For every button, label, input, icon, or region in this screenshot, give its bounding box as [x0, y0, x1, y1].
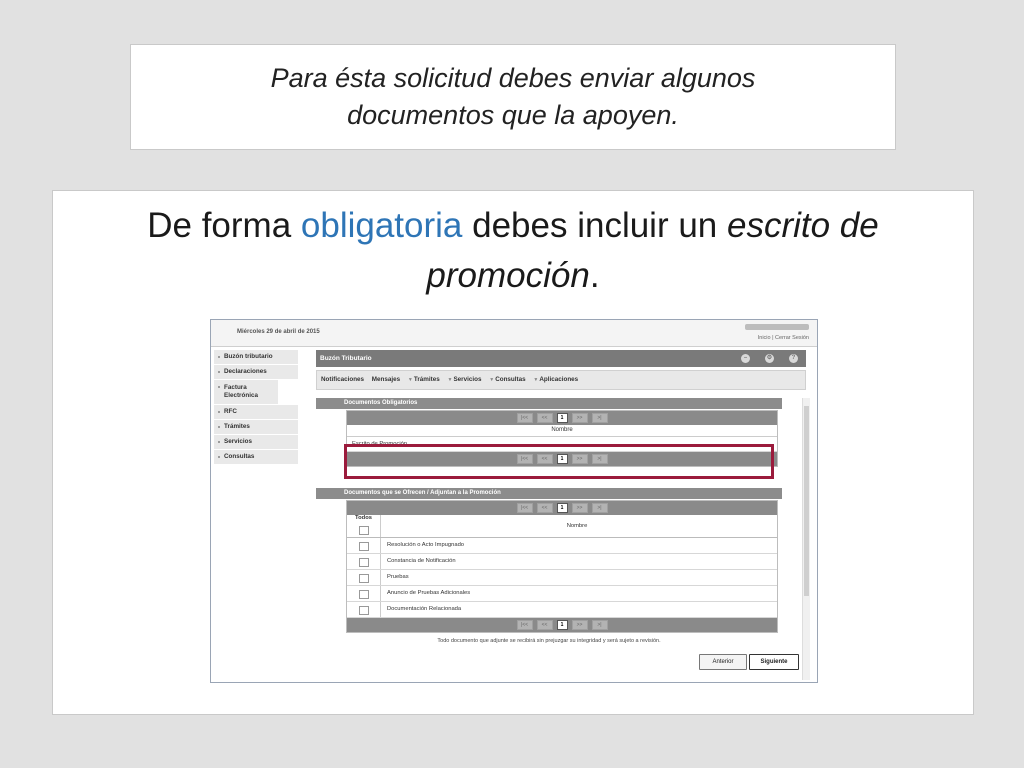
headline: De forma obligatoria debes incluir un es…: [53, 201, 973, 301]
header-links[interactable]: Inicio | Cerrar Sesión: [758, 335, 809, 341]
table-row[interactable]: Anuncio de Pruebas Adicionales: [347, 586, 777, 602]
menu-tramites[interactable]: Trámites: [414, 376, 440, 383]
menu-mensajes[interactable]: Mensajes: [372, 376, 400, 383]
minimize-icon[interactable]: –: [741, 354, 750, 363]
blurred-user-name: [745, 324, 809, 330]
pager-current[interactable]: 1: [556, 620, 568, 630]
table-row[interactable]: Resolución o Acto Impugnado: [347, 538, 777, 554]
content-box: De forma obligatoria debes incluir un es…: [52, 190, 974, 715]
menu-consultas[interactable]: Consultas: [495, 376, 525, 383]
sidebar-item-servicios[interactable]: Servicios: [214, 435, 298, 450]
sidebar-item-rfc[interactable]: RFC: [214, 405, 298, 420]
headline-italic-2: promoción: [426, 256, 590, 295]
help-icon[interactable]: ?: [789, 354, 798, 363]
pager-first[interactable]: |<<: [516, 620, 533, 630]
caret-down-icon: ▼: [533, 377, 539, 383]
anterior-button[interactable]: Anterior: [699, 654, 747, 670]
caret-down-icon: ▼: [447, 377, 453, 383]
column-divider: [380, 586, 381, 601]
pager-top: |<< << 1 >> >|: [347, 411, 777, 425]
headline-part-1: De forma: [147, 206, 301, 245]
siguiente-button[interactable]: Siguiente: [749, 654, 799, 670]
submission-note: Todo documento que adjunte se recibirá s…: [437, 638, 661, 644]
pager-first[interactable]: |<<: [516, 503, 533, 513]
pager-prev[interactable]: <<: [536, 413, 553, 423]
row-checkbox[interactable]: [359, 606, 369, 615]
column-divider: [380, 554, 381, 569]
table-row[interactable]: Documentación Relacionada: [347, 602, 777, 618]
pager-last[interactable]: >|: [591, 503, 608, 513]
pager-prev[interactable]: <<: [536, 620, 553, 630]
menu-aplicaciones[interactable]: Aplicaciones: [539, 376, 578, 383]
sidebar-item-factura[interactable]: Factura Electrónica: [214, 380, 278, 405]
pager-last[interactable]: >|: [591, 620, 608, 630]
portal-date: Miércoles 29 de abril de 2015: [237, 329, 320, 335]
row-label: Constancia de Notificación: [387, 558, 456, 564]
sidebar-item-declaraciones[interactable]: Declaraciones: [214, 365, 298, 380]
instruction-box: Para ésta solicitud debes enviar algunos…: [130, 44, 896, 150]
settings-icon[interactable]: ⚙: [765, 354, 774, 363]
pager-bottom: |<< << 1 >> >|: [347, 618, 777, 632]
row-checkbox[interactable]: [359, 558, 369, 567]
table-row[interactable]: Constancia de Notificación: [347, 554, 777, 570]
panel-scrollbar[interactable]: [802, 398, 810, 680]
offered-header-row: Todos Nombre: [347, 515, 777, 538]
column-divider: [380, 538, 381, 553]
sidebar-item-buzon[interactable]: Buzón tributario: [214, 350, 298, 365]
headline-end: .: [589, 256, 600, 295]
portal-content: Buzón Tributario – ⚙ ? Notificaciones Me…: [316, 350, 806, 390]
row-checkbox[interactable]: [359, 590, 369, 599]
row-label: Resolución o Acto Impugnado: [387, 542, 465, 548]
required-docs-heading: Documentos Obligatorios: [316, 398, 782, 409]
documents-panel: Documentos Obligatorios |<< << 1 >> >| N…: [316, 398, 810, 680]
menu-notificaciones[interactable]: Notificaciones: [321, 376, 364, 383]
portal-title-bar: Buzón Tributario – ⚙ ?: [316, 350, 806, 367]
pager-current[interactable]: 1: [556, 413, 568, 423]
row-checkbox[interactable]: [359, 574, 369, 583]
portal-title: Buzón Tributario: [320, 355, 372, 362]
row-label: Anuncio de Pruebas Adicionales: [387, 590, 471, 596]
row-label: Pruebas: [387, 574, 409, 580]
caret-down-icon: ▼: [489, 377, 495, 383]
pager-current[interactable]: 1: [556, 503, 568, 513]
row-checkbox[interactable]: [359, 542, 369, 551]
portal-sidebar: Buzón tributario Declaraciones Factura E…: [214, 350, 298, 465]
pager-last[interactable]: >|: [591, 413, 608, 423]
instruction-line-2: documentos que la apoyen.: [347, 100, 679, 130]
offered-docs-table: |<< << 1 >> >| Todos Nombre Resolución o…: [346, 500, 778, 633]
column-divider: [380, 602, 381, 617]
row-label: Documentación Relacionada: [387, 606, 462, 612]
headline-part-2: debes incluir un: [462, 206, 727, 245]
menu-servicios[interactable]: Servicios: [453, 376, 481, 383]
column-header-nombre: Nombre: [566, 523, 588, 529]
pager-first[interactable]: |<<: [516, 413, 533, 423]
pager-next[interactable]: >>: [571, 620, 588, 630]
offered-docs-heading: Documentos que se Ofrecen / Adjuntan a l…: [316, 488, 782, 499]
portal-screenshot: Miércoles 29 de abril de 2015 Inicio | C…: [210, 319, 818, 683]
pager-prev[interactable]: <<: [536, 503, 553, 513]
instruction-line-1: Para ésta solicitud debes enviar algunos: [270, 63, 756, 93]
headline-highlight: obligatoria: [300, 206, 463, 245]
highlight-frame: [344, 444, 774, 479]
table-row[interactable]: Pruebas: [347, 570, 777, 586]
column-header-nombre: Nombre: [347, 425, 777, 437]
pager-next[interactable]: >>: [571, 413, 588, 423]
pager-top: |<< << 1 >> >|: [347, 501, 777, 515]
sidebar-item-consultas[interactable]: Consultas: [214, 450, 298, 465]
pager-next[interactable]: >>: [571, 503, 588, 513]
portal-header: Miércoles 29 de abril de 2015 Inicio | C…: [211, 320, 817, 347]
portal-menu: Notificaciones Mensajes ▼Trámites ▼Servi…: [316, 370, 806, 390]
column-divider: [380, 570, 381, 585]
headline-italic-1: escrito de: [727, 206, 879, 245]
scrollbar-thumb[interactable]: [804, 406, 809, 596]
caret-down-icon: ▼: [407, 377, 413, 383]
sidebar-item-tramites[interactable]: Trámites: [214, 420, 298, 435]
